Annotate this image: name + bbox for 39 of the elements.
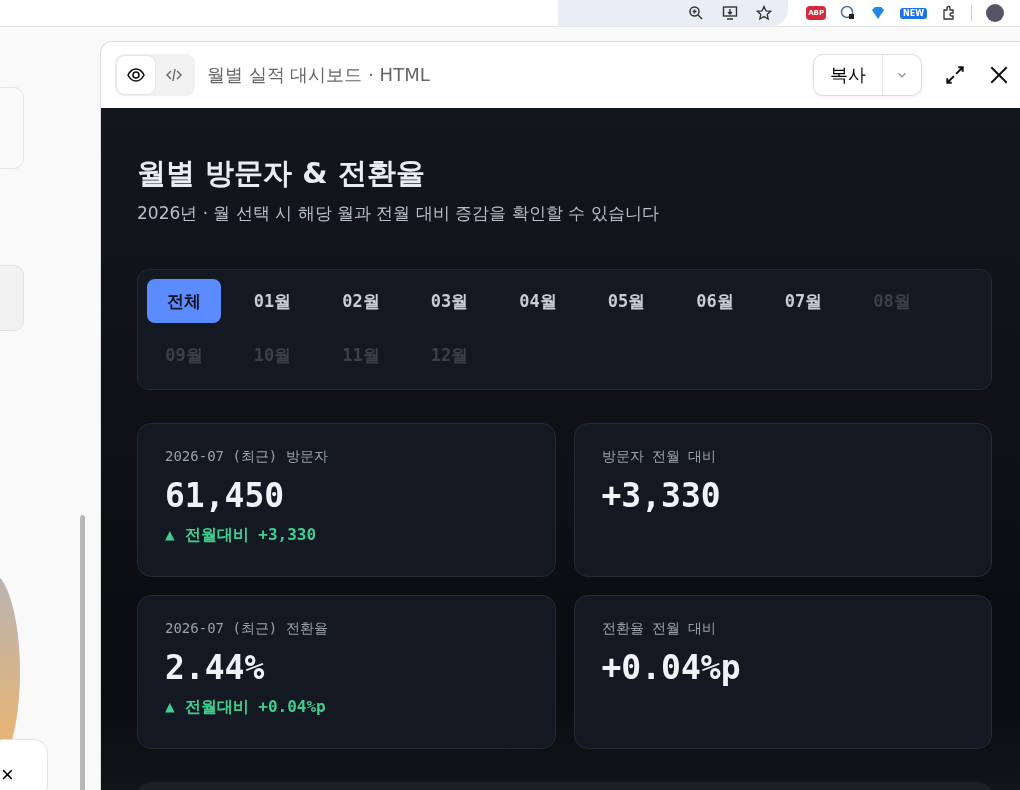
close-icon[interactable] bbox=[988, 64, 1010, 86]
artifact-title: 월별 실적 대시보드 · HTML bbox=[207, 63, 431, 87]
stat-change: 전월대비 +3,330 bbox=[184, 525, 317, 546]
close-button[interactable]: × bbox=[0, 739, 48, 790]
expand-icon[interactable] bbox=[944, 64, 966, 86]
stat-value: 61,450 bbox=[165, 476, 286, 515]
lock-extension-icon[interactable] bbox=[840, 5, 856, 21]
up-arrow-icon: ▲ bbox=[165, 525, 175, 546]
install-icon[interactable] bbox=[722, 5, 739, 21]
stat-label: 전환율 전월 대비 bbox=[601, 620, 718, 638]
dashboard-title: 월별 방문자 & 전환율 bbox=[137, 155, 426, 192]
stat-value: +0.04%p bbox=[601, 648, 742, 687]
month-tab[interactable]: 02월 bbox=[324, 279, 398, 323]
diamond-extension-icon[interactable] bbox=[870, 5, 886, 21]
star-icon[interactable] bbox=[756, 5, 773, 21]
new-badge[interactable]: NEW bbox=[900, 7, 927, 19]
month-tab[interactable]: 04월 bbox=[501, 279, 575, 323]
stat-value: 2.44% bbox=[165, 648, 266, 687]
address-bar[interactable] bbox=[558, 0, 789, 26]
month-tab[interactable]: 05월 bbox=[589, 279, 664, 323]
month-tab[interactable]: 01월 bbox=[235, 279, 310, 323]
copy-button[interactable]: 복사 bbox=[814, 55, 883, 95]
up-arrow-icon: ▲ bbox=[165, 697, 175, 718]
dashboard-subtitle: 2026년 · 월 선택 시 해당 월과 전월 대비 증감을 확인할 수 있습니다 bbox=[137, 202, 660, 225]
month-tab[interactable]: 전체 bbox=[147, 279, 221, 323]
scrollbar[interactable] bbox=[80, 515, 85, 790]
month-tab[interactable]: 06월 bbox=[678, 279, 752, 323]
stat-value: +3,330 bbox=[601, 476, 722, 515]
preview-button[interactable] bbox=[117, 56, 155, 94]
stat-change: 전월대비 +0.04%p bbox=[184, 697, 326, 718]
month-tab[interactable]: 07월 bbox=[766, 279, 841, 323]
puzzle-icon[interactable] bbox=[941, 5, 957, 21]
zoom-icon[interactable] bbox=[688, 5, 705, 21]
stat-label: 2026-07 (최근) 방문자 bbox=[165, 448, 329, 466]
stat-label: 2026-07 (최근) 전환율 bbox=[165, 620, 329, 638]
eye-icon bbox=[126, 65, 146, 85]
profile-avatar[interactable] bbox=[986, 4, 1004, 22]
stat-label: 방문자 전월 대비 bbox=[601, 448, 718, 466]
month-tab[interactable]: 03월 bbox=[412, 279, 487, 323]
